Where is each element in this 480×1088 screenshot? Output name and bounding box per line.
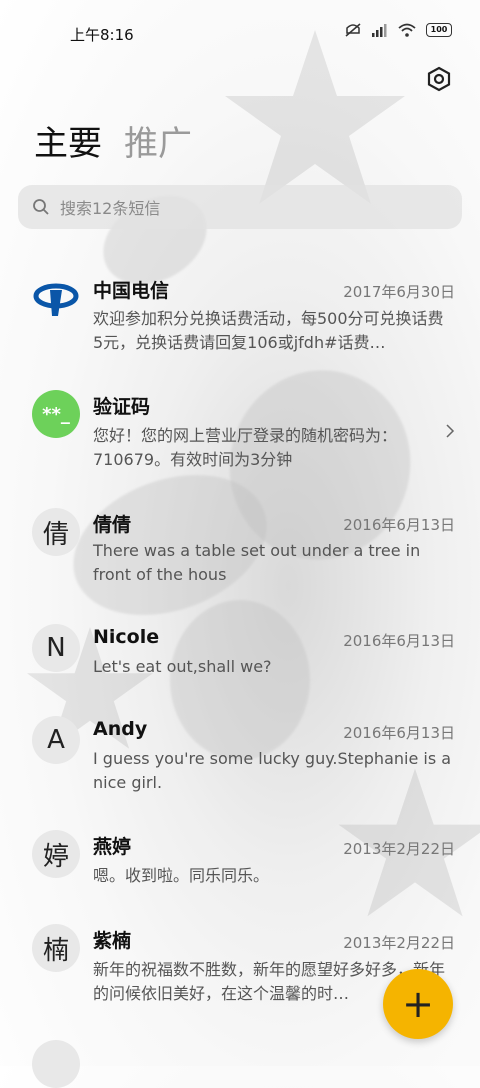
- contact-avatar: N: [32, 624, 80, 672]
- contact-name: 倩倩: [93, 510, 131, 537]
- settings-hexagon-icon[interactable]: [426, 66, 452, 92]
- contact-name: Nicole: [93, 626, 159, 648]
- tab-promotion[interactable]: 推广: [124, 116, 192, 165]
- contact-avatar: 楠: [32, 924, 80, 972]
- status-bar: 上午8:16 100: [0, 0, 480, 66]
- butterfly-wing-decoration: [170, 600, 310, 760]
- contact-avatar: [32, 1040, 80, 1088]
- contact-name: 紫楠: [93, 926, 131, 953]
- contact-avatar: A: [32, 716, 80, 764]
- contact-name: 燕婷: [93, 832, 131, 859]
- wifi-icon: [398, 23, 416, 37]
- message-date: 2013年2月22日: [343, 932, 455, 953]
- chevron-right-icon[interactable]: [444, 424, 456, 438]
- message-date: 2016年6月13日: [343, 630, 455, 651]
- verification-code-avatar: **_: [32, 390, 80, 438]
- signal-icon: [372, 23, 388, 37]
- contact-name: Andy: [93, 718, 147, 740]
- new-message-button[interactable]: +: [383, 969, 453, 1039]
- contact-name: 验证码: [93, 392, 150, 419]
- battery-icon: 100: [426, 23, 452, 37]
- status-time: 上午8:16: [70, 24, 134, 45]
- search-icon: [32, 198, 50, 216]
- message-date: 2017年6月30日: [343, 281, 455, 302]
- message-date: 2016年6月13日: [343, 722, 455, 743]
- status-icons: 100: [344, 22, 452, 38]
- message-preview: Let's eat out,shall we?: [93, 655, 453, 679]
- message-preview: 您好！您的网上营业厅登录的随机密码为：710679。有效时间为3分钟: [93, 424, 453, 472]
- contact-avatar: 倩: [32, 508, 80, 556]
- contact-name: 中国电信: [93, 276, 169, 303]
- message-date: 2013年2月22日: [343, 838, 455, 859]
- tab-main[interactable]: 主要: [34, 116, 102, 165]
- search-input[interactable]: 搜索12条短信: [18, 185, 462, 229]
- tab-bar: 主要 推广: [34, 116, 192, 165]
- message-preview: 欢迎参加积分兑换话费活动，每500分可兑换话费5元，兑换话费请回复106或jfd…: [93, 307, 453, 355]
- contact-avatar: 婷: [32, 830, 80, 878]
- mute-icon: [344, 22, 362, 38]
- message-preview: I guess you're some lucky guy.Stephanie …: [93, 747, 453, 795]
- plus-icon: +: [402, 985, 434, 1023]
- message-preview: There was a table set out under a tree i…: [93, 539, 453, 587]
- message-date: 2016年6月13日: [343, 514, 455, 535]
- china-telecom-logo-icon: [32, 274, 80, 322]
- search-placeholder: 搜索12条短信: [60, 195, 160, 219]
- message-preview: 嗯。收到啦。同乐同乐。: [93, 864, 453, 888]
